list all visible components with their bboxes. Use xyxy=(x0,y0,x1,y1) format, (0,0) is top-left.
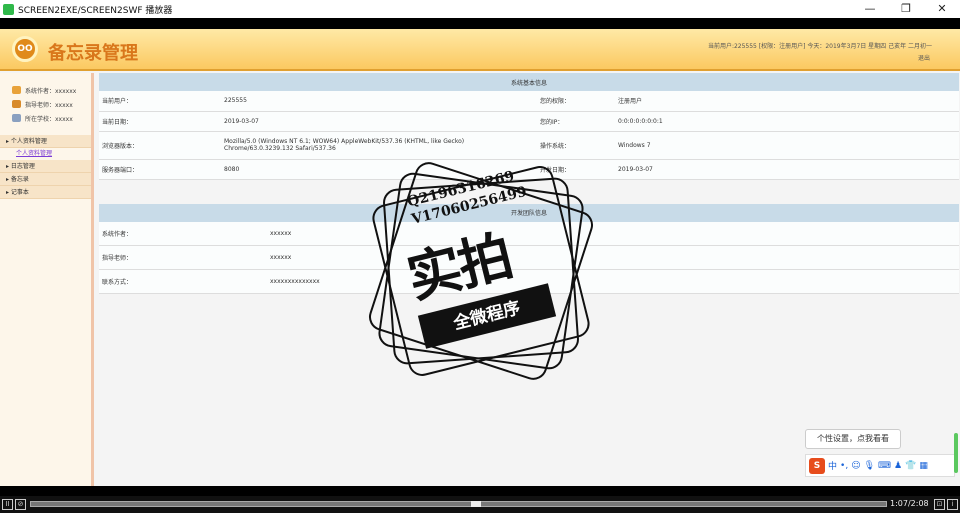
system-info-title: 系统基本信息 xyxy=(99,73,959,91)
progress-thumb[interactable] xyxy=(471,501,482,507)
ime-tooltip[interactable]: 个性设置，点我看看 xyxy=(805,429,901,449)
progress-track[interactable] xyxy=(30,501,887,507)
sogou-logo-icon[interactable]: S xyxy=(809,457,825,474)
app-icon xyxy=(3,3,14,15)
teacher-icon xyxy=(12,100,21,108)
table-row: 当前用户： 225555 您的权限： 注册用户 xyxy=(99,91,959,112)
ime-mode[interactable]: 中 xyxy=(828,459,837,472)
keyboard-icon[interactable]: ⌨ xyxy=(878,461,891,471)
menu-memo[interactable]: ▸ 备忘录 xyxy=(0,173,91,186)
info-button[interactable]: i xyxy=(947,499,958,510)
sidebar-info-teacher: 指导老师：xxxxx xyxy=(12,97,91,111)
grid-icon[interactable]: ▦ xyxy=(919,461,928,471)
pause-button[interactable]: II xyxy=(2,499,13,510)
table-row: 当前日期： 2019-03-07 您的IP： 0:0:0:0:0:0:0:1 xyxy=(99,111,959,132)
minimize-button[interactable]: — xyxy=(852,0,888,18)
user-icon[interactable]: ♟ xyxy=(894,461,902,471)
top-letterbox xyxy=(0,18,960,29)
fit-screen-button[interactable]: ⊡ xyxy=(934,499,945,510)
sidebar-info: 系统作者：xxxxxx 指导老师：xxxxx 所在学校：xxxxx xyxy=(0,73,91,129)
sidebar-info-author: 系统作者：xxxxxx xyxy=(12,83,91,97)
logo-icon: OO xyxy=(12,36,38,62)
menu-profile-sub[interactable]: 个人资料管理 xyxy=(0,148,91,160)
watermark: Q2196316269 V17060256499 实拍 全微程序 xyxy=(358,153,604,388)
logout-link[interactable]: 退出 xyxy=(918,53,930,62)
page-header: OO 备忘录管理 当前用户:225555 [权限：注册用户] 今天：2019年3… xyxy=(0,29,960,71)
close-button[interactable]: ✕ xyxy=(924,0,960,18)
user-status: 当前用户:225555 [权限：注册用户] 今天：2019年3月7日 星期四 己… xyxy=(707,43,932,50)
sidebar-info-school: 所在学校：xxxxx xyxy=(12,111,91,125)
sidebar: 系统作者：xxxxxx 指导老师：xxxxx 所在学校：xxxxx ▸ 个人资料… xyxy=(0,73,94,486)
window-title: SCREEN2EXE/SCREEN2SWF 播放器 xyxy=(18,5,173,16)
school-icon xyxy=(12,114,21,122)
punctuation-icon[interactable]: •, xyxy=(840,461,848,471)
title-bar: SCREEN2EXE/SCREEN2SWF 播放器 — ❐ ✕ xyxy=(0,0,960,18)
ime-toolbar[interactable]: S 中 •, ☺ 🎙 ⌨ ♟ 👕 ▦ xyxy=(805,454,955,477)
voice-icon[interactable]: 🎙 xyxy=(864,461,875,471)
scrollbar[interactable] xyxy=(954,433,958,473)
menu-log[interactable]: ▸ 日志管理 xyxy=(0,160,91,173)
author-icon xyxy=(12,86,21,94)
menu-notebook[interactable]: ▸ 记事本 xyxy=(0,186,91,199)
menu-profile[interactable]: ▸ 个人资料管理 xyxy=(0,135,91,148)
options-icon[interactable]: ⊘ xyxy=(15,499,26,510)
restore-button[interactable]: ❐ xyxy=(888,0,924,18)
emoji-icon[interactable]: ☺ xyxy=(851,461,860,471)
skin-icon[interactable]: 👕 xyxy=(905,461,916,471)
time-display: 1:07/2:08 xyxy=(890,499,929,508)
page-title: 备忘录管理 xyxy=(48,43,138,64)
sidebar-menu: ▸ 个人资料管理 个人资料管理 ▸ 日志管理 ▸ 备忘录 ▸ 记事本 xyxy=(0,135,91,199)
player-bar: II ⊘ 1:07/2:08 ⊡ i xyxy=(0,496,960,513)
